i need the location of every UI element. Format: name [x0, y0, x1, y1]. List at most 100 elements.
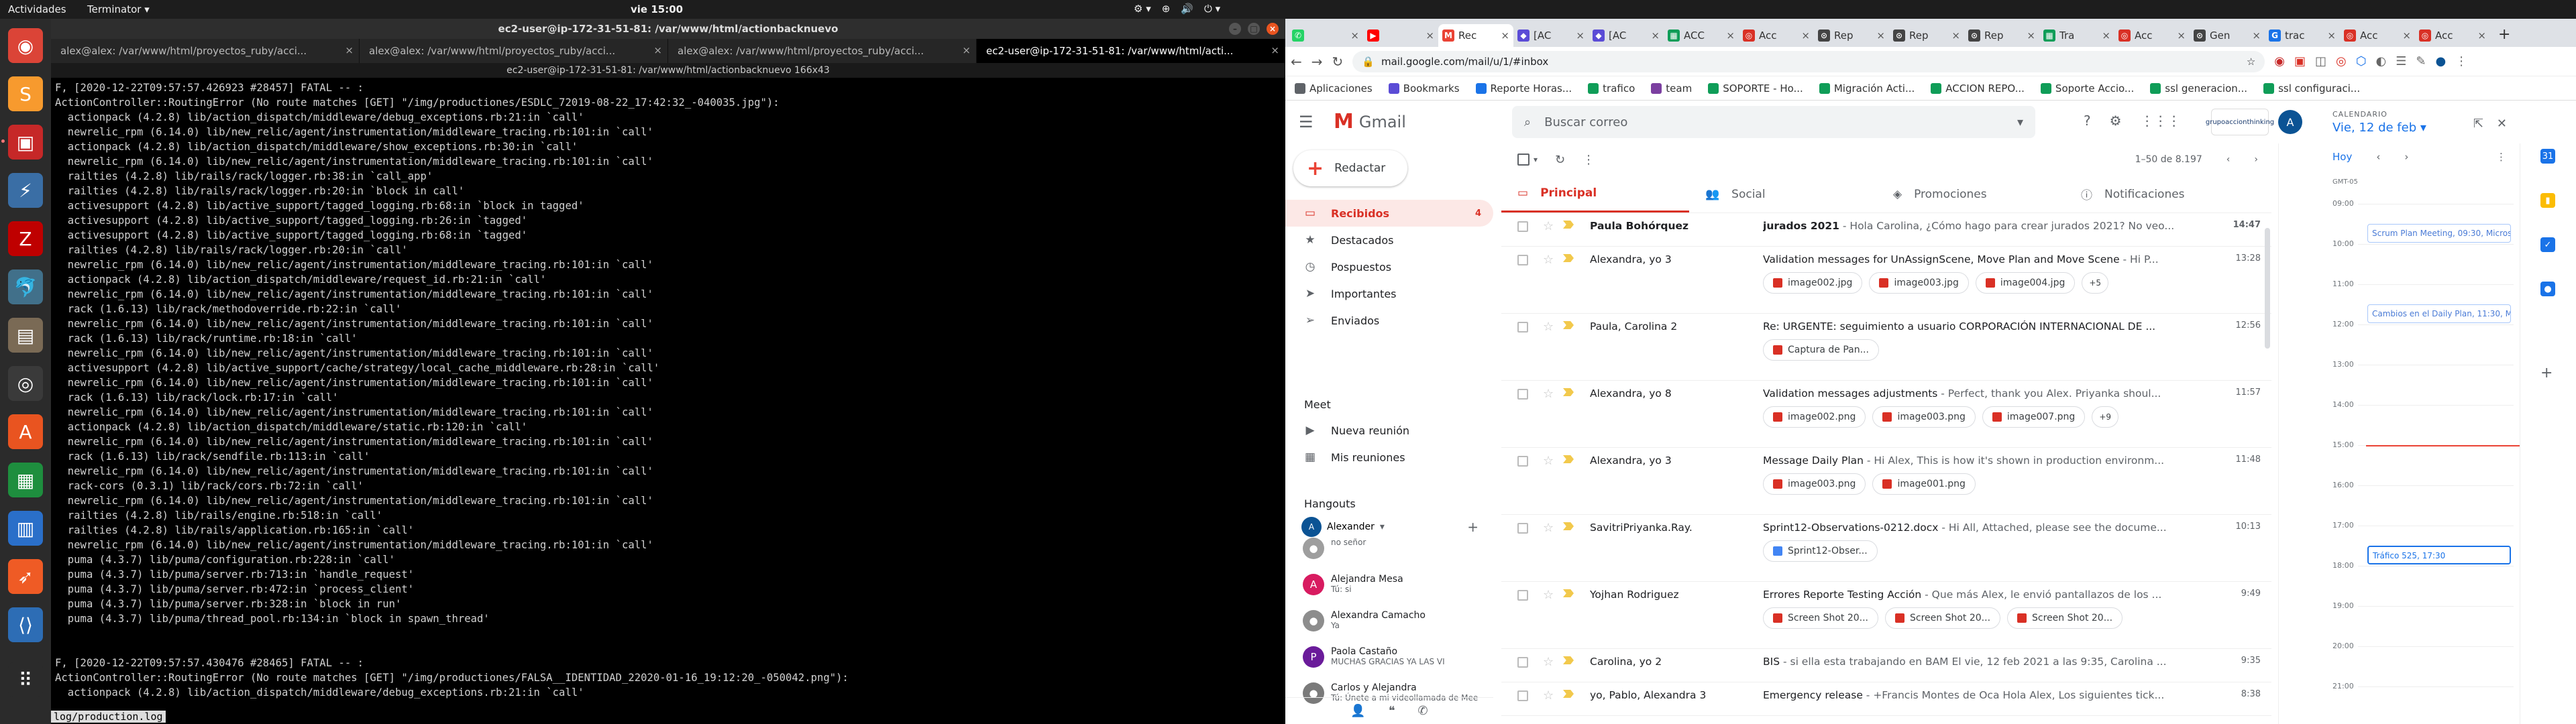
gmail-logo[interactable]: M Gmail: [1334, 110, 1406, 133]
tab-promociones[interactable]: ◈ Promociones: [1877, 176, 2065, 213]
writer-dock-icon[interactable]: ▥: [8, 511, 43, 546]
clock[interactable]: vie 15:00: [631, 3, 683, 15]
calendar-event[interactable]: Cambios en el Daily Plan, 11:30, Microso: [2367, 304, 2511, 323]
reload-icon[interactable]: ↻: [1332, 54, 1344, 70]
bookmark-item[interactable]: Soporte Accio...: [2040, 82, 2134, 95]
app-menu[interactable]: Terminator ▾: [87, 3, 150, 15]
phone-icon[interactable]: ✆: [1418, 704, 1428, 718]
bookmark-item[interactable]: ssl generacion...: [2150, 82, 2247, 95]
terminal-window[interactable]: ec2-user@ip-172-31-51-81: /var/www/html/…: [51, 19, 1285, 724]
folder-recibidos[interactable]: ▭ Recibidos 4: [1285, 200, 1493, 227]
close-icon[interactable]: ×: [1651, 29, 1660, 42]
apps-grid-icon[interactable]: ⋮⋮⋮: [2141, 113, 2181, 129]
mail-row[interactable]: ☆ Yojhan Rodriguez Errores Reporte Testing…: [1501, 582, 2271, 649]
prev-page-icon[interactable]: ‹: [2226, 154, 2231, 165]
folder-importantes[interactable]: ➤ Importantes: [1285, 280, 1493, 307]
close-icon[interactable]: ×: [1426, 29, 1434, 42]
star-icon[interactable]: ☆: [1543, 655, 1554, 669]
bookmark-item[interactable]: Migración Acti...: [1819, 82, 1915, 95]
attachment-chip[interactable]: +5: [2082, 272, 2109, 294]
mail-row[interactable]: ☆ Alexandra, yo 8 Validation messages adju…: [1501, 381, 2271, 448]
tray-icon[interactable]: 🔊: [1181, 3, 1193, 15]
search-options-icon[interactable]: ▾: [2017, 115, 2023, 129]
bookmark-star-icon[interactable]: ☆: [2247, 56, 2255, 68]
browser-tab[interactable]: Gtrac ×: [2265, 24, 2340, 47]
folder-destacados[interactable]: ★ Destacados: [1285, 227, 1493, 253]
bookmark-item[interactable]: trafico: [1588, 82, 1635, 95]
organization-logo[interactable]: grupoaccionthinking: [2206, 109, 2274, 135]
extension-icon[interactable]: ☰: [2396, 54, 2406, 68]
row-checkbox[interactable]: [1517, 590, 1528, 601]
prev-day-icon[interactable]: ‹: [2376, 151, 2380, 163]
star-icon[interactable]: ☆: [1543, 588, 1554, 602]
open-new-tab-icon[interactable]: ⇱: [2473, 117, 2483, 131]
terminal-titlebar[interactable]: ec2-user@ip-172-31-51-81: /var/www/html/…: [51, 19, 1285, 39]
tray-icon[interactable]: ⊕: [1162, 3, 1171, 15]
close-icon[interactable]: ×: [1501, 29, 1509, 42]
attachment-chip[interactable]: Screen Shot 20...: [1763, 607, 1879, 629]
star-icon[interactable]: ☆: [1543, 688, 1554, 703]
attachment-chip[interactable]: image003.png: [1872, 406, 1976, 428]
attachment-chip[interactable]: Sprint12-Obser...: [1763, 540, 1878, 562]
browser-tab[interactable]: ⊙ Rep ×: [1964, 24, 2039, 47]
close-icon[interactable]: ×: [2477, 29, 2486, 42]
contacts-rail-icon[interactable]: ●: [2540, 282, 2555, 296]
activities-button[interactable]: Actividades: [8, 3, 66, 15]
close-icon[interactable]: ×: [2102, 29, 2110, 42]
browser-tab[interactable]: ◎ Acc ×: [1739, 24, 1814, 47]
mail-row[interactable]: ☆ Alexandra, yo 3 Validation messages for …: [1501, 247, 2271, 314]
compose-button[interactable]: + Redactar: [1293, 150, 1407, 186]
important-icon[interactable]: [1563, 690, 1574, 698]
attachment-chip[interactable]: image003.jpg: [1869, 272, 1969, 294]
more-icon[interactable]: ⋮: [1582, 153, 1595, 167]
mail-row[interactable]: ☆ Paula, Carolina 2 Re: URGENTE: seguimien…: [1501, 314, 2271, 381]
row-checkbox[interactable]: [1517, 255, 1528, 265]
close-icon[interactable]: ×: [1267, 23, 1279, 35]
close-icon[interactable]: ×: [1350, 29, 1359, 42]
contact-item[interactable]: P Paola Castaño MUCHAS GRACIAS YA LAS VI: [1285, 646, 1493, 682]
tab-principal[interactable]: ▭ Principal: [1501, 176, 1689, 213]
help-icon[interactable]: ?: [2084, 113, 2091, 129]
refresh-icon[interactable]: ↻: [1555, 153, 1565, 167]
calendar-date[interactable]: Vie, 12 de feb ▾: [2332, 121, 2426, 135]
maximize-icon[interactable]: □: [1248, 23, 1260, 35]
hangouts-quote-icon[interactable]: ❝: [1389, 704, 1395, 718]
terminal-tab[interactable]: alex@alex: /var/www/html/proyectos_ruby/…: [668, 39, 977, 63]
browser-tab[interactable]: ⊙ Rep ×: [1814, 24, 1889, 47]
extension-icon[interactable]: ▣: [2294, 54, 2306, 68]
bookmark-item[interactable]: SOPORTE - Ho...: [1708, 82, 1803, 95]
close-icon[interactable]: ×: [1576, 29, 1585, 42]
search-icon[interactable]: ⌕: [1524, 115, 1531, 129]
mail-row[interactable]: ☆ yo, Pablo, Alexandra 3 Emergency release…: [1501, 682, 2271, 716]
close-icon[interactable]: ×: [1271, 44, 1279, 56]
add-addon-icon[interactable]: +: [2540, 365, 2553, 381]
system-tray[interactable]: ⚙ ▾ ⊕ 🔊 ⏻ ▾: [1134, 3, 1220, 15]
tray-icon[interactable]: ⚙ ▾: [1134, 3, 1151, 15]
tasks-rail-icon[interactable]: ✓: [2540, 237, 2555, 252]
close-icon[interactable]: ×: [1801, 29, 1810, 42]
close-icon[interactable]: ×: [1726, 29, 1735, 42]
browser-tab[interactable]: ✆ ×: [1288, 24, 1363, 47]
tray-icon[interactable]: ⏻ ▾: [1204, 3, 1220, 15]
important-icon[interactable]: [1563, 221, 1574, 229]
files-dock-icon[interactable]: ▤: [8, 318, 43, 353]
bookmark-item[interactable]: Bookmarks: [1388, 82, 1460, 95]
calendar-event[interactable]: Tráfico 525, 17:30: [2367, 546, 2511, 564]
more-icon[interactable]: ⋮: [2496, 151, 2520, 163]
attachment-chip[interactable]: image002.png: [1763, 406, 1866, 428]
close-icon[interactable]: ×: [2402, 29, 2411, 42]
attachment-chip[interactable]: Captura de Pan...: [1763, 339, 1879, 361]
attachment-chip[interactable]: image004.jpg: [1975, 272, 2076, 294]
important-icon[interactable]: [1563, 321, 1574, 329]
browser-tab[interactable]: ◆ [AC ×: [1589, 24, 1664, 47]
postman-dock-icon[interactable]: ➶: [8, 559, 43, 594]
close-icon[interactable]: ×: [2177, 29, 2186, 42]
chrome-dock-icon[interactable]: ◉: [8, 28, 43, 63]
terminal-tab[interactable]: ec2-user@ip-172-31-51-81: /var/www/html/…: [977, 39, 1285, 63]
mail-row[interactable]: ☆ Alexandra, yo 3 Message Daily Plan - Hi …: [1501, 448, 2271, 515]
attachment-chip[interactable]: image002.jpg: [1763, 272, 1863, 294]
important-icon[interactable]: [1563, 254, 1574, 262]
terminal-output[interactable]: F, [2020-12-22T09:57:57.426923 #28457] F…: [51, 78, 1285, 703]
terminal-tab[interactable]: alex@alex: /var/www/html/proyectos_ruby/…: [360, 39, 668, 63]
row-checkbox[interactable]: [1517, 221, 1528, 232]
